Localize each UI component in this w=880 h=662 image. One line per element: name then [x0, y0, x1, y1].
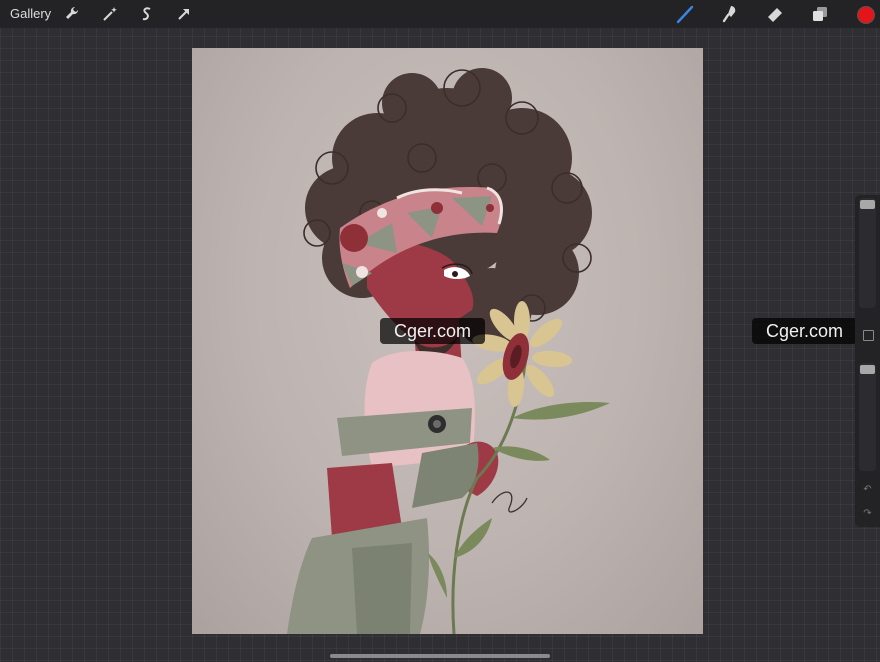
home-indicator-bar	[330, 654, 550, 658]
selection-icon[interactable]	[137, 4, 157, 24]
brush-size-thumb[interactable]	[860, 200, 875, 209]
eraser-icon[interactable]	[765, 4, 785, 24]
brush-icon[interactable]	[675, 4, 695, 24]
undo-icon[interactable]: ↶	[861, 483, 874, 496]
brush-size-slider[interactable]	[859, 198, 876, 308]
watermark-side: Cger.com	[752, 318, 858, 344]
redo-icon[interactable]: ↷	[861, 507, 874, 520]
transform-arrow-icon[interactable]	[174, 4, 194, 24]
opacity-slider[interactable]	[859, 363, 876, 471]
layers-icon[interactable]	[810, 4, 830, 24]
gallery-button[interactable]: Gallery	[10, 6, 51, 21]
side-slider-panel: ↶ ↷	[855, 195, 880, 527]
smudge-icon[interactable]	[720, 4, 740, 24]
watermark-canvas: Cger.com	[380, 318, 486, 344]
magic-wand-icon[interactable]	[100, 4, 120, 24]
opacity-thumb[interactable]	[860, 365, 875, 374]
wrench-icon[interactable]	[62, 4, 82, 24]
top-toolbar: Gallery	[0, 0, 880, 28]
eyedropper-square-button[interactable]	[863, 330, 874, 341]
color-swatch[interactable]	[857, 6, 875, 24]
